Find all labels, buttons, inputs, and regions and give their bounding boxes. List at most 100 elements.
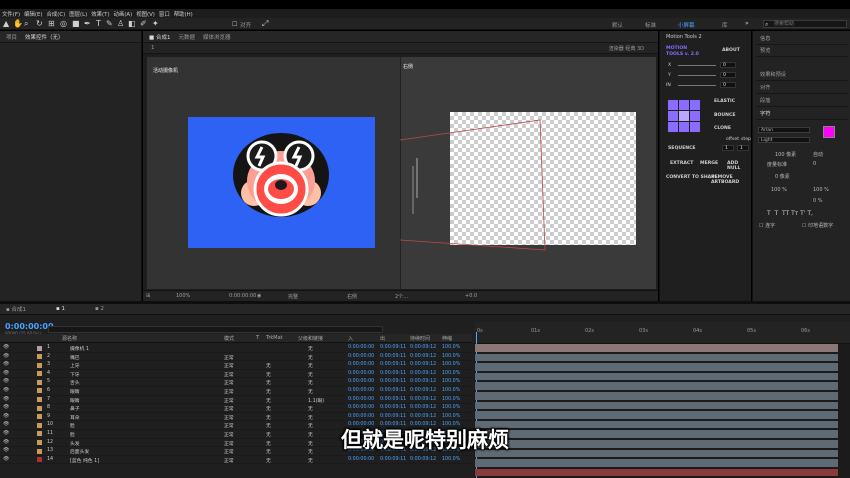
layer-parent[interactable]: 无	[308, 371, 313, 378]
layer-duration-bar[interactable]	[475, 372, 838, 381]
layer-mode[interactable]: 正常	[224, 362, 234, 369]
layer-name[interactable]: 耳朵	[70, 414, 80, 421]
label-color-swatch[interactable]	[37, 405, 42, 411]
about-button[interactable]: ABOUT	[722, 48, 740, 53]
layer-duration-bar[interactable]	[475, 459, 838, 467]
layer-trkmat[interactable]: 无	[266, 414, 271, 421]
eye-icon[interactable]: 👁	[3, 371, 9, 376]
puppet-tool-icon[interactable]: ✦	[152, 19, 159, 29]
eye-icon[interactable]: 👁	[3, 405, 9, 410]
tab-project[interactable]: 项目	[6, 33, 17, 41]
workspace-default[interactable]: 默认	[612, 21, 623, 29]
layer-duration-bar[interactable]	[475, 382, 838, 390]
layer-parent[interactable]: 无	[308, 354, 313, 361]
zoom-tool-icon[interactable]: ⌕	[24, 19, 28, 29]
workspace-standard[interactable]: 标准	[645, 21, 656, 29]
quality-select[interactable]: 完整	[288, 293, 298, 300]
rotate-tool-icon[interactable]: ↻	[36, 19, 43, 29]
snapping-icon[interactable]: ⤢	[262, 19, 268, 29]
merge-button[interactable]: MERGE	[700, 161, 718, 166]
slider-x-value[interactable]: 0	[720, 62, 736, 68]
layer-duration-bar[interactable]	[475, 344, 838, 352]
layer-row[interactable]: 👁 6 眼睛 正常 无 无 0:00:00:00 0:00:09:11 0:00:09:12 10…	[0, 387, 472, 396]
label-color-swatch[interactable]	[37, 345, 42, 351]
layer-mode[interactable]: 正常	[224, 388, 234, 395]
eraser-tool-icon[interactable]: ◧	[128, 19, 136, 29]
menu-item[interactable]: 帮助(H)	[174, 10, 193, 18]
layer-row[interactable]: 👁 4 下牙 正常 无 无 0:00:00:00 0:00:09:11 0:00:09:12 10…	[0, 370, 472, 379]
eye-icon[interactable]: 👁	[3, 362, 9, 367]
layer-parent[interactable]: 1.1(眼)	[308, 397, 324, 404]
layer-name[interactable]: [蓝色 纯色 1]	[70, 457, 99, 464]
view-select[interactable]: 右侧	[347, 293, 357, 300]
eye-icon[interactable]: 👁	[3, 388, 9, 393]
tab-metadata[interactable]: 元数据	[178, 33, 195, 41]
layer-row[interactable]: 👁 9 耳朵 正常 无 无 0:00:00:00 0:00:09:11 0:00:09:12 10…	[0, 413, 472, 422]
current-timecode[interactable]: 0:00:00:00	[5, 322, 54, 331]
extract-button[interactable]: EXTRACT	[670, 161, 693, 166]
pen-tool-icon[interactable]: ✒	[84, 19, 91, 29]
layer-row[interactable]: 👁 8 鼻子 正常 无 无 0:00:00:00 0:00:09:11 0:00:09:12 10…	[0, 404, 472, 413]
slider-in-value[interactable]: 0	[720, 82, 736, 88]
slider-in-track[interactable]	[678, 85, 716, 86]
layer-trkmat[interactable]: 无	[266, 405, 271, 412]
step-value[interactable]: 1	[737, 145, 749, 151]
tab-composition[interactable]: ■ 合成1	[149, 33, 170, 41]
layer-duration-bar[interactable]	[475, 392, 838, 400]
workspace-small-screen[interactable]: 小屏幕	[678, 21, 695, 29]
tracking-value[interactable]: 0	[813, 161, 816, 167]
layer-mode[interactable]: 正常	[224, 457, 234, 464]
layer-duration-bar[interactable]	[475, 411, 838, 419]
timeline-tab-3[interactable]: ▪ 2	[95, 306, 104, 312]
kerning-value[interactable]: 度量标准	[767, 161, 787, 168]
slider-y-value[interactable]: 0	[720, 72, 736, 78]
menu-item[interactable]: 图层(L)	[69, 10, 87, 18]
slider-y-track[interactable]	[678, 75, 716, 76]
font-style-select[interactable]: Light	[758, 137, 810, 143]
layer-mode[interactable]: 正常	[224, 405, 234, 412]
camera-tool-icon[interactable]: ⊞	[48, 19, 55, 29]
label-color-swatch[interactable]	[37, 457, 42, 463]
renderer-value[interactable]: 经典 3D	[625, 46, 644, 52]
timeline-tab-2[interactable]: ▪ 1	[56, 306, 65, 312]
menu-item[interactable]: 合成(C)	[47, 10, 66, 18]
fill-color-swatch[interactable]	[823, 126, 835, 138]
offset-value[interactable]: 1	[722, 145, 734, 151]
menu-item[interactable]: 文件(F)	[2, 10, 20, 18]
align-checkbox[interactable]: ☐	[232, 20, 237, 30]
layer-duration-bar[interactable]	[475, 468, 838, 477]
sequence-button[interactable]: SEQUENCE	[668, 146, 696, 151]
layer-name[interactable]: 摄像机 1	[70, 345, 89, 352]
add-null-button[interactable]: ADD NULL	[727, 161, 751, 171]
view-layout-select[interactable]: 2个...	[395, 293, 408, 300]
layer-name[interactable]: 下牙	[70, 371, 80, 378]
tsume-value[interactable]: 0 %	[813, 198, 823, 204]
layer-trkmat[interactable]: 无	[266, 379, 271, 386]
layer-parent[interactable]: 无	[308, 457, 313, 464]
exposure-value[interactable]: +0.0	[465, 293, 477, 299]
grid-icon[interactable]: ⊞	[146, 293, 150, 299]
comp-breadcrumb[interactable]: 1	[151, 45, 155, 51]
layer-mode[interactable]: 正常	[224, 379, 234, 386]
panel-align[interactable]: 对齐	[756, 82, 848, 94]
menu-item[interactable]: 动画(A)	[114, 10, 133, 18]
layer-row[interactable]: 👁 5 舌头 正常 无 无 0:00:00:00 0:00:09:11 0:00:09:12 10…	[0, 378, 472, 387]
type-tool-icon[interactable]: T	[96, 19, 101, 29]
leading-value[interactable]: 自动	[813, 151, 823, 158]
help-search-input[interactable]: 搜索帮助	[763, 20, 847, 28]
time-ruler[interactable]: 0s01s02s03s04s05s06s07s	[474, 322, 850, 344]
menu-item[interactable]: 窗口	[159, 10, 170, 18]
clone-stamp-tool-icon[interactable]: ♙	[117, 19, 124, 29]
roto-brush-tool-icon[interactable]: ✐	[140, 19, 147, 29]
layer-name[interactable]: 舌头	[70, 379, 80, 386]
layer-duration-bar[interactable]	[475, 353, 838, 362]
panel-effects-presets[interactable]: 效果和预设	[756, 69, 848, 81]
label-color-swatch[interactable]	[37, 397, 42, 403]
ligature-checkbox[interactable]: ☐ 连字	[759, 222, 775, 229]
label-color-swatch[interactable]	[37, 388, 42, 394]
label-color-swatch[interactable]	[37, 362, 42, 368]
convert-to-shape-button[interactable]: CONVERT TO SHAPE	[666, 175, 718, 180]
panel-character[interactable]: 字符	[756, 108, 848, 120]
layer-duration-bar[interactable]	[475, 363, 838, 371]
layer-row[interactable]: 👁 14 [蓝色 纯色 1] 正常 无 无 0:00:00:00 0:00:09:11 0:00…	[0, 456, 472, 465]
